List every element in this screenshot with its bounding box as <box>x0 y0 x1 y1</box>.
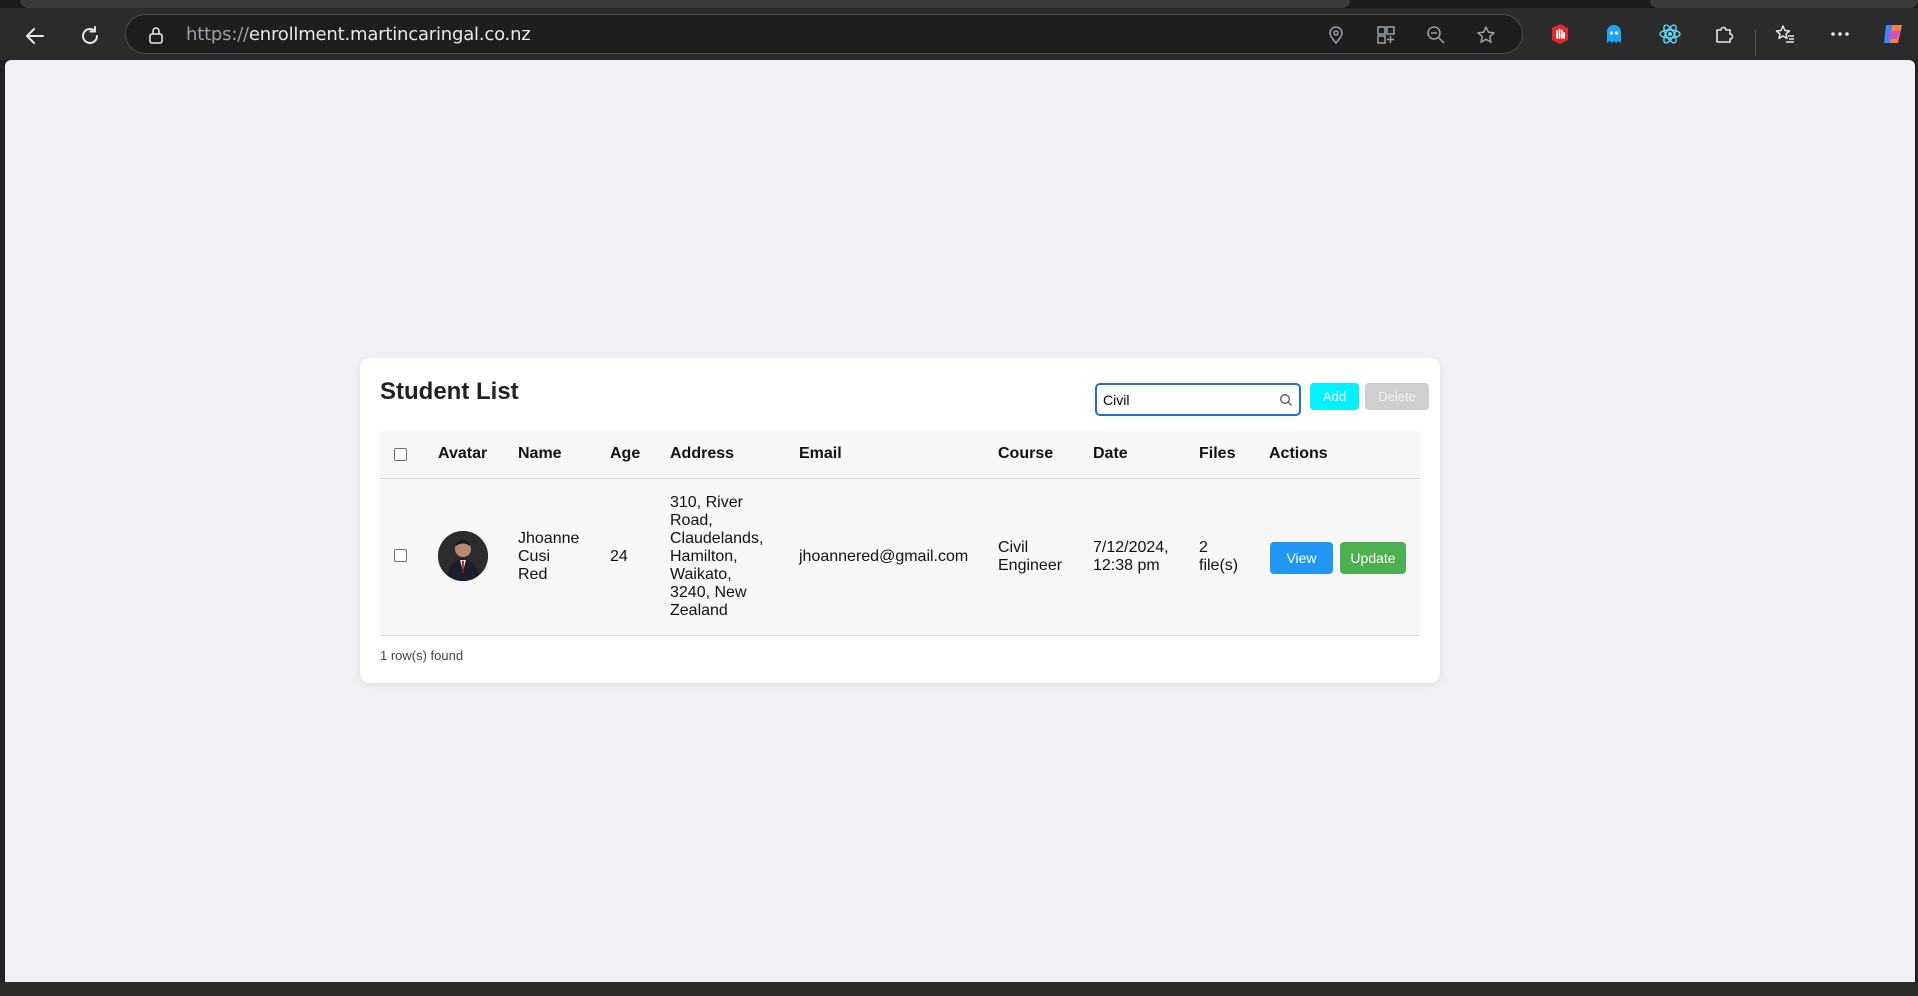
cell-course: Civil Engineer <box>998 539 1062 575</box>
header-email: Email <box>799 445 842 462</box>
files-line: file(s) <box>1199 557 1239 574</box>
url-host: enrollment.martincaringal.co.nz <box>248 24 531 45</box>
name-line: Jhoanne <box>518 530 580 547</box>
header-avatar: Avatar <box>438 445 488 462</box>
address-line: 3240, New <box>670 584 747 601</box>
browser-toolbar: https://enrollment.martincaringal.co.nz <box>0 8 1918 60</box>
cell-files: 2 file(s) <box>1199 539 1238 575</box>
course-line: Engineer <box>998 557 1063 574</box>
location-icon[interactable] <box>1324 23 1348 47</box>
delete-button[interactable]: Delete <box>1365 383 1429 410</box>
date-line: 7/12/2024, <box>1093 539 1169 556</box>
browser-tab-strip <box>0 0 1918 8</box>
header-date: Date <box>1093 445 1128 462</box>
address-line: Zealand <box>670 602 728 619</box>
course-line: Civil <box>998 539 1029 556</box>
add-button[interactable]: Add <box>1310 383 1359 410</box>
cell-age: 24 <box>610 548 628 565</box>
avatar <box>438 531 488 581</box>
url-scheme: https:// <box>186 24 249 45</box>
cell-name: Jhoanne Cusi Red <box>518 530 579 584</box>
table-row: Jhoanne Cusi Red 24 310, River Road, Cla… <box>380 479 1420 636</box>
url-text[interactable]: https://enrollment.martincaringal.co.nz <box>186 25 531 45</box>
search-icon[interactable] <box>1279 393 1293 407</box>
name-line: Cusi <box>518 548 551 565</box>
header-course: Course <box>998 445 1054 462</box>
extension-ghost-icon[interactable] <box>1600 20 1628 48</box>
extension-hand-icon[interactable] <box>1546 20 1574 48</box>
address-line: Waikato, <box>670 566 732 583</box>
lock-icon[interactable] <box>146 25 166 45</box>
favorites-icon[interactable] <box>1771 20 1799 48</box>
address-line: 310, River <box>670 494 743 511</box>
date-line: 12:38 pm <box>1093 557 1160 574</box>
cell-address: 310, River Road, Claudelands, Hamilton, … <box>670 494 763 620</box>
address-line: Road, <box>670 512 713 529</box>
taskbar-strip <box>0 982 1918 996</box>
copilot-icon[interactable] <box>1879 20 1907 48</box>
select-all-checkbox[interactable] <box>394 448 407 461</box>
address-line: Hamilton, <box>670 548 738 565</box>
browser-tab[interactable] <box>1650 0 1918 8</box>
header-age: Age <box>610 445 641 462</box>
search-box[interactable] <box>1095 383 1301 416</box>
student-table: Avatar Name Age Address Email Course Dat… <box>380 430 1420 636</box>
zoom-out-icon[interactable] <box>1424 23 1448 47</box>
back-icon[interactable] <box>17 18 53 54</box>
header-name: Name <box>518 445 562 462</box>
student-list-card: Student List Add Delete Avatar Name Age … <box>360 358 1440 683</box>
header-files: Files <box>1199 445 1236 462</box>
table-header: Avatar Name Age Address Email Course Dat… <box>380 430 1420 479</box>
header-actions: Actions <box>1269 445 1328 462</box>
app-available-icon[interactable] <box>1374 23 1398 47</box>
page-title: Student List <box>380 378 519 405</box>
page-viewport: Student List Add Delete Avatar Name Age … <box>5 60 1915 982</box>
toolbar-separator <box>1755 30 1756 56</box>
name-line: Red <box>518 566 548 583</box>
address-bar[interactable]: https://enrollment.martincaringal.co.nz <box>125 14 1523 54</box>
address-line: Claudelands, <box>670 530 764 547</box>
cell-email: jhoannered@gmail.com <box>799 548 969 565</box>
view-button[interactable]: View <box>1270 542 1333 574</box>
extensions-puzzle-icon[interactable] <box>1710 20 1738 48</box>
more-icon[interactable] <box>1826 20 1854 48</box>
refresh-icon[interactable] <box>72 18 108 54</box>
favorite-star-icon[interactable] <box>1474 23 1498 47</box>
browser-tab[interactable] <box>20 0 1350 8</box>
cell-date: 7/12/2024, 12:38 pm <box>1093 539 1169 575</box>
header-address: Address <box>670 445 735 462</box>
avatar-image <box>438 531 488 581</box>
extension-react-icon[interactable] <box>1656 20 1684 48</box>
search-input[interactable] <box>1103 390 1273 410</box>
row-checkbox[interactable] <box>394 549 407 562</box>
row-count: 1 row(s) found <box>380 648 464 663</box>
files-line: 2 <box>1199 539 1208 556</box>
update-button[interactable]: Update <box>1340 542 1406 574</box>
